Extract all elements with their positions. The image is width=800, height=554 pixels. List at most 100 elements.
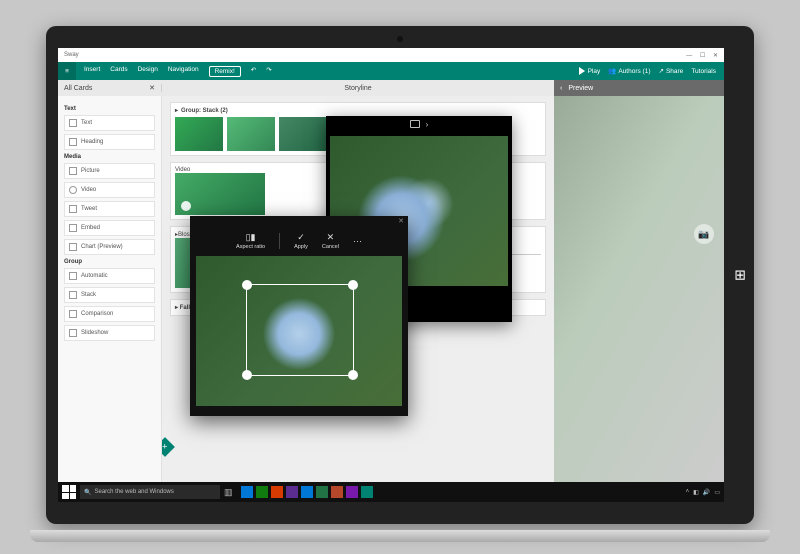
taskbar-app-icon[interactable]: [361, 486, 373, 498]
tutorials-button[interactable]: Tutorials: [691, 68, 716, 75]
add-card-button[interactable]: +: [162, 437, 175, 457]
stack-thumb-2[interactable]: [227, 117, 275, 151]
sidebar-item-embed[interactable]: Embed: [64, 220, 155, 236]
automatic-icon: [69, 272, 77, 280]
ribbon: ≡ Insert Cards Design Navigation Remix! …: [58, 62, 724, 80]
undo-button[interactable]: ↶: [251, 66, 256, 77]
group-label-group: Group: [64, 259, 155, 265]
redo-button[interactable]: ↷: [266, 66, 271, 77]
crop-editor-window[interactable]: ✕ ▯▮Aspect ratio ✓Apply ✕Cancel ···: [190, 216, 408, 416]
sidebar-item-heading[interactable]: Heading: [64, 134, 155, 150]
window-controls: — ☐ ✕: [680, 52, 718, 59]
preview-panel: 📷: [554, 96, 724, 482]
minimize-button[interactable]: —: [686, 53, 692, 59]
picture-icon: [69, 167, 77, 175]
preview-heading[interactable]: ‹ Preview: [554, 80, 724, 96]
tweet-icon: [69, 205, 77, 213]
taskbar-app-icon[interactable]: [331, 486, 343, 498]
text-icon: [69, 119, 77, 127]
taskbar-app-icon[interactable]: [286, 486, 298, 498]
tab-cards[interactable]: Cards: [110, 66, 127, 77]
close-icon[interactable]: ✕: [149, 84, 155, 92]
sidebar-item-stack[interactable]: Stack: [64, 287, 155, 303]
hamburger-button[interactable]: ≡: [58, 62, 76, 80]
taskbar: 🔍 Search the web and Windows ▥ ˄ ◧ 🔊 ▭: [58, 482, 724, 502]
tray-notifications-icon[interactable]: ▭: [714, 489, 720, 496]
crop-close-button[interactable]: ✕: [398, 217, 404, 225]
sidebar-item-video[interactable]: Video: [64, 182, 155, 198]
sidebar-item-automatic[interactable]: Automatic: [64, 268, 155, 284]
crop-handle-bl[interactable]: [242, 370, 252, 380]
video-icon: [69, 186, 77, 194]
taskbar-app-icon[interactable]: [256, 486, 268, 498]
tab-design[interactable]: Design: [138, 66, 158, 77]
sidebar-item-tweet[interactable]: Tweet: [64, 201, 155, 217]
tablet-base: [30, 530, 770, 542]
more-icon: ···: [353, 236, 362, 246]
chevron-left-icon: ‹: [560, 85, 562, 92]
camera-icon: [410, 120, 420, 128]
camera-next-button[interactable]: ›: [426, 120, 429, 129]
apply-button[interactable]: ✓Apply: [294, 232, 308, 250]
task-view-button[interactable]: ▥: [224, 487, 233, 498]
tray-volume-icon[interactable]: 🔊: [703, 489, 710, 496]
sidebar-item-text[interactable]: Text: [64, 115, 155, 131]
camera-capture-button[interactable]: 📷: [694, 224, 714, 244]
window-titlebar: Sway — ☐ ✕: [58, 48, 724, 62]
heading-icon: [69, 138, 77, 146]
remix-button[interactable]: Remix!: [209, 66, 241, 77]
video-thumbnail[interactable]: [175, 173, 265, 215]
taskbar-app-icon[interactable]: [301, 486, 313, 498]
window-title: Sway: [64, 52, 79, 58]
tray-network-icon[interactable]: ◧: [693, 489, 699, 496]
share-button[interactable]: ↗ Share: [659, 67, 684, 75]
embed-icon: [69, 224, 77, 232]
sidebar-item-picture[interactable]: Picture: [64, 163, 155, 179]
taskbar-app-icon[interactable]: [271, 486, 283, 498]
play-icon: [579, 67, 585, 75]
tray-chevron-icon[interactable]: ˄: [686, 489, 690, 495]
stack-thumb-1[interactable]: [175, 117, 223, 151]
taskbar-app-icon[interactable]: [241, 486, 253, 498]
group-label-media: Media: [64, 154, 155, 160]
maximize-button[interactable]: ☐: [700, 53, 705, 59]
cards-sidebar: Text Text Heading Media Picture Video Tw…: [58, 96, 162, 482]
aspect-ratio-button[interactable]: ▯▮Aspect ratio: [236, 232, 265, 250]
aspect-icon: ▯▮: [246, 232, 256, 243]
check-icon: ✓: [297, 232, 305, 243]
tab-navigation[interactable]: Navigation: [168, 66, 199, 77]
windows-hardware-button[interactable]: ⊞: [734, 267, 746, 284]
crop-handle-br[interactable]: [348, 370, 358, 380]
system-tray[interactable]: ˄ ◧ 🔊 ▭: [686, 489, 720, 496]
sidebar-item-chart[interactable]: Chart (Preview): [64, 239, 155, 255]
x-icon: ✕: [327, 232, 335, 243]
crop-handle-tl[interactable]: [242, 280, 252, 290]
storyline-heading: Storyline: [162, 85, 554, 92]
stack-icon: [69, 291, 77, 299]
play-button[interactable]: Play: [578, 68, 601, 75]
group-label-text: Text: [64, 106, 155, 112]
taskbar-apps: [241, 486, 373, 498]
tab-insert[interactable]: Insert: [84, 66, 100, 77]
taskbar-app-icon[interactable]: [316, 486, 328, 498]
tablet-frame: ⊞ Sway — ☐ ✕ ≡ Insert Cards Design Navig…: [46, 26, 754, 524]
sidebar-item-slideshow[interactable]: Slideshow: [64, 325, 155, 341]
comparison-icon: [69, 310, 77, 318]
taskbar-search[interactable]: 🔍 Search the web and Windows: [80, 485, 220, 499]
allcards-header[interactable]: All Cards ✕: [58, 84, 162, 92]
sidebar-item-comparison[interactable]: Comparison: [64, 306, 155, 322]
authors-button[interactable]: 👥 Authors (1): [608, 67, 650, 75]
stack-thumb-3[interactable]: [279, 117, 327, 151]
more-button[interactable]: ···: [353, 236, 362, 246]
crop-handle-tr[interactable]: [348, 280, 358, 290]
crop-stage[interactable]: [196, 256, 402, 406]
cancel-button[interactable]: ✕Cancel: [322, 232, 339, 250]
slideshow-icon: [69, 329, 77, 337]
screen: Sway — ☐ ✕ ≡ Insert Cards Design Navigat…: [58, 48, 724, 502]
crop-selection[interactable]: [246, 284, 354, 376]
close-button[interactable]: ✕: [713, 53, 718, 59]
taskbar-app-icon[interactable]: [346, 486, 358, 498]
chart-icon: [69, 243, 77, 251]
start-button[interactable]: [62, 485, 76, 499]
sub-header: All Cards ✕ Storyline ‹ Preview: [58, 80, 724, 96]
